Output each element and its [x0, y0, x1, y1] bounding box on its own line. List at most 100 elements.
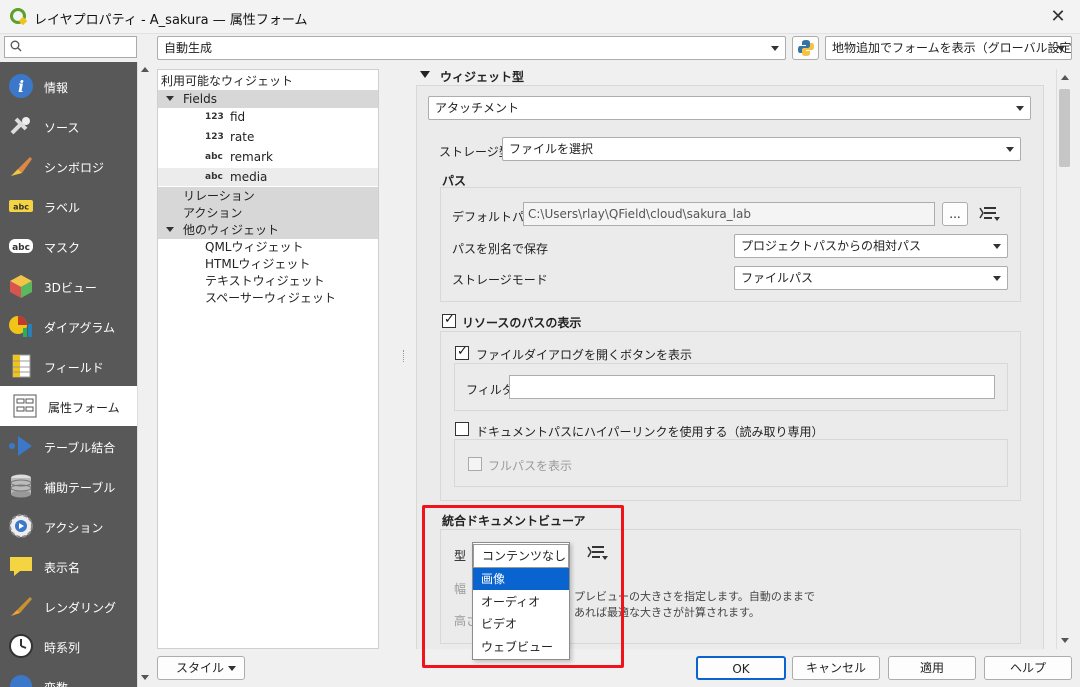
style-menu-button[interactable]: スタイル	[157, 656, 245, 680]
text-type-icon: abc	[205, 152, 223, 162]
sidebar-item-attribute-form[interactable]: 属性フォーム	[0, 386, 137, 426]
ok-button[interactable]: OK	[696, 656, 786, 680]
sidebar-item-rendering[interactable]: レンダリング	[0, 586, 137, 626]
python-init-button[interactable]	[792, 36, 819, 60]
integer-type-icon: 123	[205, 132, 224, 142]
sidebar-item-temporal[interactable]: 時系列	[0, 626, 137, 666]
data-defined-override-icon[interactable]	[978, 205, 1000, 223]
tree-item-field[interactable]: 123 fid	[158, 108, 378, 126]
default-path-input[interactable]: C:\Users\rlay\QField\cloud\sakura_lab	[523, 202, 935, 226]
splitter-handle[interactable]	[403, 350, 405, 362]
attribute-form-icon	[13, 394, 37, 418]
dropdown-option-video[interactable]: ビデオ	[473, 613, 569, 635]
tree-item-other-widgets[interactable]: 他のウィジェット	[158, 221, 378, 239]
sidebar-item-label: ソース	[44, 121, 80, 135]
viewer-type-label: 型	[454, 549, 467, 563]
sidebar-item-symbology[interactable]: シンボロジ	[0, 146, 137, 186]
collapse-icon[interactable]	[420, 71, 430, 78]
widget-type-heading: ウィジェット型	[440, 70, 525, 84]
viewer-type-current[interactable]: コンテンツなし	[473, 544, 569, 568]
close-button[interactable]: ✕	[1044, 4, 1072, 30]
filter-input[interactable]	[509, 375, 995, 399]
sidebar-item-display[interactable]: 表示名	[0, 546, 137, 586]
sidebar-item-label: ラベル	[44, 201, 81, 215]
sidebar-item-label: マスク	[44, 241, 81, 255]
sidebar-item-label: 情報	[44, 81, 69, 95]
scrollbar-thumb[interactable]	[1059, 89, 1070, 167]
browse-button-label: ...	[949, 207, 961, 221]
chevron-down-icon	[228, 666, 236, 671]
use-hyperlink-checkbox[interactable]	[455, 422, 469, 436]
svg-text:abc: abc	[13, 203, 29, 212]
dropdown-option-audio[interactable]: オーディオ	[473, 591, 569, 613]
sidebar-item-masks[interactable]: abc マスク	[0, 226, 137, 266]
tree-item-html-widget[interactable]: HTMLウィジェット	[158, 255, 378, 273]
tree-item-qml-widget[interactable]: QMLウィジェット	[158, 238, 378, 256]
show-full-path-label: フルパスを表示	[488, 459, 573, 473]
option-label: ウェブビュー	[481, 640, 554, 654]
viewer-data-defined-override-icon[interactable]	[586, 544, 608, 562]
sidebar-item-joins[interactable]: テーブル結合	[0, 426, 137, 466]
integer-type-icon: 123	[205, 112, 224, 122]
chevron-down-icon	[993, 276, 1001, 281]
tree-item-field[interactable]: abc media	[158, 168, 378, 186]
variables-icon	[10, 675, 32, 687]
python-icon	[798, 40, 814, 56]
widget-type-select[interactable]: アタッチメント	[428, 96, 1031, 120]
tree-item-field[interactable]: abc remark	[158, 148, 378, 166]
show-file-dialog-checkbox[interactable]	[455, 344, 469, 360]
browse-button[interactable]: ...	[942, 202, 968, 226]
tree-header: 利用可能なウィジェット	[161, 74, 294, 88]
sidebar-item-diagrams[interactable]: ダイアグラム	[0, 306, 137, 346]
storage-mode-select[interactable]: ファイルパス	[734, 266, 1008, 290]
sidebar-item-fields[interactable]: フィールド	[0, 346, 137, 386]
sidebar-item-labels[interactable]: abc ラベル	[0, 186, 137, 226]
sidebar-item-label: レンダリング	[44, 601, 117, 615]
sidebar-item-variables[interactable]: 変数	[0, 666, 137, 687]
ok-button-label: OK	[732, 662, 750, 676]
chevron-down-icon	[993, 244, 1001, 249]
title-bar: レイヤプロパティ - A_sakura — 属性フォーム ✕	[0, 0, 1080, 34]
sidebar-item-3d-view[interactable]: 3Dビュー	[0, 266, 137, 306]
tree-item-label: HTMLウィジェット	[205, 257, 311, 271]
storage-mode-value: ファイルパス	[741, 271, 814, 285]
show-resource-path-checkbox[interactable]	[442, 312, 456, 328]
show-full-path-checkbox[interactable]	[468, 457, 482, 471]
save-path-value: プロジェクトパスからの相対パス	[741, 239, 922, 253]
option-label: オーディオ	[481, 595, 541, 609]
svg-text:i: i	[18, 77, 24, 96]
feature-form-suppress-select[interactable]: 地物追加でフォームを表示（グローバル設定）	[825, 36, 1072, 60]
cancel-button[interactable]: キャンセル	[792, 656, 880, 680]
config-panel-scrollbar[interactable]	[1056, 69, 1072, 649]
style-button-label: スタイル	[176, 661, 225, 675]
auxiliary-storage-icon	[10, 474, 32, 498]
viewer-type-value: コンテンツなし	[482, 549, 567, 563]
sidebar-item-auxiliary-storage[interactable]: 補助テーブル	[0, 466, 137, 506]
tree-item-spacer-widget[interactable]: スペーサーウィジェット	[158, 289, 378, 307]
storage-type-select[interactable]: ファイルを選択	[502, 137, 1021, 161]
tree-item-fields[interactable]: Fields	[158, 90, 378, 108]
help-button[interactable]: ヘルプ	[984, 656, 1072, 680]
tree-item-field[interactable]: 123 rate	[158, 128, 378, 146]
apply-button[interactable]: 適用	[888, 656, 976, 680]
sidebar-search-input[interactable]	[4, 36, 137, 58]
tree-item-relations[interactable]: リレーション	[158, 187, 378, 205]
tree-item-label: テキストウィジェット	[205, 274, 325, 288]
viewer-type-dropdown[interactable]: コンテンツなし 画像 オーディオ ビデオ ウェブビュー	[472, 542, 570, 660]
sidebar-item-label: ダイアグラム	[44, 321, 116, 335]
close-icon: ✕	[1050, 6, 1066, 27]
storage-type-value: ファイルを選択	[509, 142, 594, 156]
dropdown-option-webview[interactable]: ウェブビュー	[473, 636, 569, 658]
tree-item-label: スペーサーウィジェット	[205, 291, 336, 305]
sidebar-item-info[interactable]: i 情報	[0, 66, 137, 106]
sidebar-item-source[interactable]: ソース	[0, 106, 137, 146]
sidebar-item-actions[interactable]: アクション	[0, 506, 137, 546]
form-mode-select[interactable]: 自動生成	[157, 36, 786, 60]
dropdown-option-image[interactable]: 画像	[473, 568, 569, 590]
expand-icon	[166, 227, 174, 232]
sidebar-scrollbar[interactable]	[137, 62, 151, 687]
save-path-select[interactable]: プロジェクトパスからの相対パス	[734, 234, 1008, 258]
field-name: media	[230, 170, 268, 184]
tree-item-text-widget[interactable]: テキストウィジェット	[158, 272, 378, 290]
tree-item-actions[interactable]: アクション	[158, 204, 378, 222]
